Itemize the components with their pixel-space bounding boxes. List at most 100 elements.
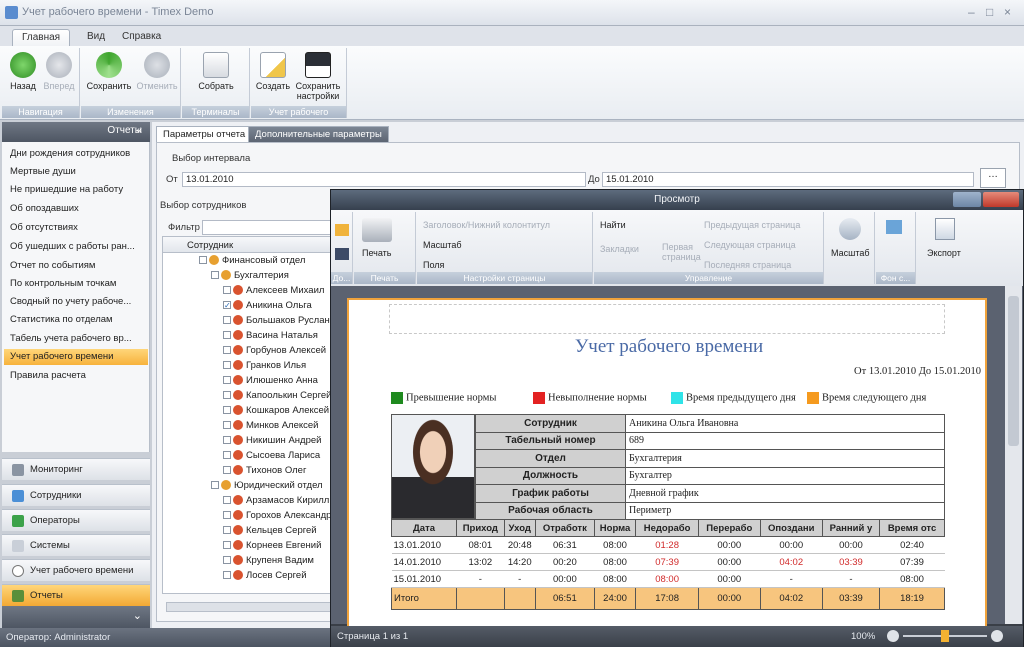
- forward-button[interactable]: Вперед: [42, 52, 76, 91]
- report-item[interactable]: Не пришедшие на работу: [10, 184, 148, 195]
- zoom-out-button[interactable]: [887, 630, 899, 642]
- report-item[interactable]: Об ушедших с работы ран...: [10, 241, 148, 252]
- tree-checkbox[interactable]: [223, 496, 231, 505]
- tab-report-parameters[interactable]: Параметры отчета: [156, 126, 253, 142]
- previous-page-button[interactable]: Предыдущая страница: [704, 220, 800, 230]
- more-options-button[interactable]: …: [980, 168, 1006, 188]
- tree-employee[interactable]: Лосев Сергей: [163, 570, 307, 585]
- tree-checkbox[interactable]: [223, 511, 231, 520]
- tree-checkbox[interactable]: [223, 406, 231, 415]
- tree-checkbox[interactable]: [223, 526, 231, 535]
- scroll-thumb[interactable]: [1008, 296, 1019, 446]
- nav-systems[interactable]: Системы: [2, 534, 150, 556]
- minimize-button[interactable]: –: [968, 5, 975, 19]
- report-item[interactable]: Правила расчета: [10, 370, 148, 381]
- close-button[interactable]: ×: [1004, 5, 1011, 19]
- tree-employee[interactable]: Горохов Александр: [163, 510, 331, 525]
- paint-icon[interactable]: [886, 220, 902, 234]
- save-icon[interactable]: [335, 248, 349, 260]
- collapse-icon[interactable]: «: [136, 125, 142, 136]
- tree-checkbox[interactable]: [223, 391, 231, 400]
- report-item-selected[interactable]: Учет рабочего времени: [4, 349, 148, 365]
- header-footer-button[interactable]: Заголовок/Нижний колонтитул: [423, 220, 550, 230]
- report-item[interactable]: Мертвые души: [10, 166, 148, 177]
- report-item[interactable]: Отчет по событиям: [10, 260, 148, 271]
- zoom-slider-thumb[interactable]: [941, 630, 949, 642]
- tree-employee[interactable]: Кельцев Сергей: [163, 525, 317, 540]
- tree-checkbox[interactable]: [223, 331, 231, 340]
- back-button[interactable]: Назад: [6, 52, 40, 91]
- tree-checkbox[interactable]: [223, 361, 231, 370]
- vertical-scrollbar[interactable]: [1005, 286, 1022, 624]
- report-item[interactable]: Дни рождения сотрудников: [10, 148, 148, 159]
- tree-employee[interactable]: Алексеев Михаил: [163, 285, 324, 300]
- nav-monitoring[interactable]: Мониторинг: [2, 458, 150, 480]
- collect-button[interactable]: Собрать: [190, 52, 242, 91]
- tree-employee[interactable]: Горбунов Алексей: [163, 345, 326, 360]
- tab-additional-parameters[interactable]: Дополнительные параметры: [248, 126, 389, 142]
- find-button[interactable]: Найти: [600, 220, 626, 230]
- tree-employee[interactable]: ✓ Аникина Ольга: [163, 300, 312, 315]
- tree-checkbox[interactable]: [223, 451, 231, 460]
- report-item[interactable]: Сводный по учету рабоче...: [10, 296, 148, 307]
- create-button[interactable]: Создать: [255, 52, 291, 91]
- tree-employee[interactable]: Крупеня Вадим: [163, 555, 314, 570]
- tree-employee[interactable]: Арзамасов Кирилл: [163, 495, 329, 510]
- from-date-input[interactable]: 13.01.2010: [182, 172, 586, 187]
- report-item[interactable]: Об опоздавших: [10, 203, 148, 214]
- tree-checkbox[interactable]: [199, 256, 207, 265]
- tree-employee[interactable]: Илюшенко Анна: [163, 375, 318, 390]
- last-page-button[interactable]: Последняя страница: [704, 260, 791, 270]
- tree-employee[interactable]: Капоолькин Сергей: [163, 390, 331, 405]
- save-settings-button[interactable]: Сохранить настройки: [293, 52, 343, 101]
- print-button[interactable]: Печать: [362, 248, 391, 258]
- nav-employees[interactable]: Сотрудники: [2, 484, 150, 506]
- tree-checkbox[interactable]: ✓: [223, 301, 231, 310]
- cancel-button[interactable]: Отменить: [135, 52, 179, 91]
- tree-checkbox[interactable]: [223, 421, 231, 430]
- tree-checkbox[interactable]: [223, 346, 231, 355]
- tree-checkbox[interactable]: [223, 466, 231, 475]
- tab-view[interactable]: Вид: [78, 29, 114, 46]
- tree-employee[interactable]: Корнеев Евгений: [163, 540, 321, 555]
- tab-help[interactable]: Справка: [113, 29, 170, 46]
- tree-checkbox[interactable]: [223, 571, 231, 580]
- next-page-button[interactable]: Следующая страница: [704, 240, 796, 250]
- tree-checkbox[interactable]: [223, 436, 231, 445]
- margins-button[interactable]: Поля: [423, 260, 444, 270]
- tree-checkbox[interactable]: [223, 541, 231, 550]
- tree-checkbox[interactable]: [223, 556, 231, 565]
- report-item[interactable]: Статистика по отделам: [10, 314, 148, 325]
- tree-employee[interactable]: Минков Алексей: [163, 420, 318, 435]
- tree-employee[interactable]: Тихонов Олег: [163, 465, 306, 480]
- scale-button[interactable]: Масштаб: [423, 240, 462, 250]
- tree-checkbox[interactable]: [223, 316, 231, 325]
- nav-reports[interactable]: Отчеты: [2, 584, 150, 606]
- zoom-button[interactable]: Масштаб: [831, 248, 870, 258]
- tree-department[interactable]: Бухгалтерия: [163, 270, 289, 285]
- report-item[interactable]: Табель учета рабочего вр...: [10, 333, 148, 344]
- tree-checkbox[interactable]: [223, 286, 231, 295]
- tree-checkbox[interactable]: [211, 271, 219, 280]
- tree-checkbox[interactable]: [223, 376, 231, 385]
- maximize-button[interactable]: □: [986, 5, 993, 19]
- horizontal-scrollbar[interactable]: [166, 602, 332, 612]
- tree-department[interactable]: Юридический отдел: [163, 480, 323, 495]
- tree-department[interactable]: Финансовый отдел: [163, 255, 305, 270]
- tree-employee[interactable]: Кошкаров Алексей: [163, 405, 329, 420]
- export-button[interactable]: Экспорт: [927, 248, 961, 258]
- tree-checkbox[interactable]: [211, 481, 219, 490]
- zoom-in-button[interactable]: [991, 630, 1003, 642]
- nav-time-tracking[interactable]: Учет рабочего времени: [2, 559, 150, 581]
- preview-close-button[interactable]: [983, 192, 1019, 207]
- open-folder-icon[interactable]: [335, 224, 349, 236]
- to-date-input[interactable]: 15.01.2010: [602, 172, 974, 187]
- save-button[interactable]: Сохранить: [83, 52, 135, 91]
- preview-minimize-button[interactable]: [953, 192, 981, 207]
- report-item[interactable]: По контрольным точкам: [10, 278, 148, 289]
- filter-input[interactable]: [202, 220, 332, 235]
- nav-operators[interactable]: Операторы: [2, 509, 150, 531]
- tree-employee[interactable]: Большаков Руслан: [163, 315, 330, 330]
- tree-employee[interactable]: Васина Наталья: [163, 330, 318, 345]
- first-page-button[interactable]: Первая страница: [662, 242, 701, 262]
